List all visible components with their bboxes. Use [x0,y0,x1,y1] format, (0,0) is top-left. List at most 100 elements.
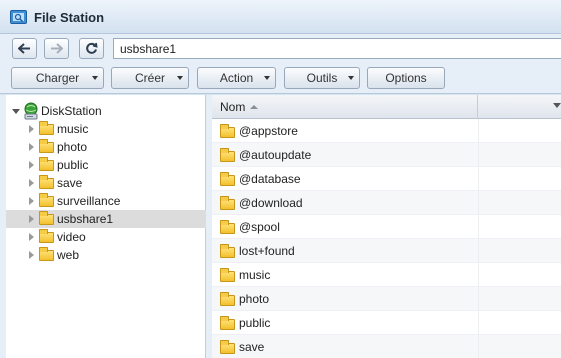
tree-item-label: save [57,176,83,190]
table-row[interactable]: photo [212,287,561,311]
tree-item-usbshare1[interactable]: usbshare1 [6,210,206,228]
folder-icon [220,340,235,354]
folder-icon [220,220,235,234]
creer-label: Créer [134,71,165,85]
tree-item-label: photo [57,140,88,154]
cell-divider [478,191,479,215]
collapsed-arrow-icon[interactable] [29,251,34,259]
expanded-arrow-icon[interactable] [12,109,20,114]
collapsed-arrow-icon[interactable] [29,215,34,223]
cell-divider [478,239,479,263]
file-name: @spool [239,220,280,234]
folder-icon [220,292,235,306]
collapsed-arrow-icon[interactable] [29,143,34,151]
file-rows: @appstore @autoupdate @database @downloa… [212,119,561,358]
back-button[interactable] [12,38,37,59]
folder-icon [220,316,235,330]
tree-item-surveillance[interactable]: surveillance [6,192,206,210]
column-name-label: Nom [220,100,246,114]
tree-root-diskstation[interactable]: DiskStation [6,102,206,120]
arrow-left-icon [18,43,30,54]
folder-icon [220,124,235,138]
forward-button[interactable] [44,38,69,59]
file-name: public [239,316,271,330]
file-name: @autoupdate [239,148,312,162]
action-button[interactable]: Action [197,67,276,89]
folder-icon [220,244,235,258]
file-name: lost+found [239,244,295,258]
tree-item-video[interactable]: video [6,228,206,246]
outils-label: Outils [306,71,338,85]
options-label: Options [385,71,427,85]
charger-label: Charger [35,71,80,85]
charger-button[interactable]: Charger [11,67,104,89]
folder-icon [39,247,54,261]
folder-icon [220,172,235,186]
file-name: @appstore [239,124,298,138]
folder-icon [39,157,54,171]
chevron-down-icon [264,76,270,80]
file-name: photo [239,292,270,306]
tree-item-label: usbshare1 [57,212,114,226]
file-list: Nom @appstore @autoupdate @database @dow… [212,95,561,358]
chevron-down-icon [92,76,98,80]
tree-item-label: surveillance [57,194,121,208]
folder-tree: DiskStation music photo public save surv… [6,95,206,358]
folder-icon [39,121,54,135]
chevron-down-icon [348,76,354,80]
server-icon [24,102,38,120]
table-row[interactable]: @autoupdate [212,143,561,167]
window-title: File Station [34,10,105,25]
tree-item-label: music [57,122,89,136]
file-station-icon [10,10,27,24]
cell-divider [478,335,479,358]
folder-icon [39,139,54,153]
table-row[interactable]: lost+found [212,239,561,263]
table-row[interactable]: music [212,263,561,287]
tree-item-label: public [57,158,89,172]
arrow-right-icon [51,43,63,54]
collapsed-arrow-icon[interactable] [29,125,34,133]
file-name: music [239,268,271,282]
tree-item-public[interactable]: public [6,156,206,174]
table-row[interactable]: @appstore [212,119,561,143]
sort-ascending-icon [250,105,258,109]
collapsed-arrow-icon[interactable] [29,197,34,205]
tree-item-music[interactable]: music [6,120,206,138]
folder-icon [220,196,235,210]
column-header-next[interactable] [479,95,561,119]
chevron-down-icon [177,76,183,80]
folder-icon [220,268,235,282]
table-row[interactable]: @database [212,167,561,191]
folder-icon [39,193,54,207]
folder-icon [39,229,54,243]
tree-item-label: video [57,230,86,244]
table-row[interactable]: save [212,335,561,358]
cell-divider [478,119,479,143]
cell-divider [478,143,479,167]
collapsed-arrow-icon[interactable] [29,233,34,241]
collapsed-arrow-icon[interactable] [29,161,34,169]
folder-icon [39,211,54,225]
action-label: Action [219,71,254,85]
table-row[interactable]: @download [212,191,561,215]
creer-button[interactable]: Créer [111,67,189,89]
tree-root-label: DiskStation [41,104,102,118]
options-button[interactable]: Options [367,67,445,89]
tree-item-save[interactable]: save [6,174,206,192]
toolbar: Charger Créer Action Outils Options [0,62,561,94]
tree-item-photo[interactable]: photo [6,138,206,156]
tree-item-label: web [57,248,80,262]
table-row[interactable]: @spool [212,215,561,239]
collapsed-arrow-icon[interactable] [29,179,34,187]
folder-icon [39,175,54,189]
navigation-bar: usbshare1 [0,34,561,62]
tree-item-web[interactable]: web [6,246,206,264]
path-input[interactable]: usbshare1 [113,38,561,59]
refresh-button[interactable] [79,38,104,59]
file-name: save [239,340,265,354]
file-name: @download [239,196,303,210]
table-row[interactable]: public [212,311,561,335]
outils-button[interactable]: Outils [284,67,360,89]
column-header-name[interactable]: Nom [212,95,478,119]
